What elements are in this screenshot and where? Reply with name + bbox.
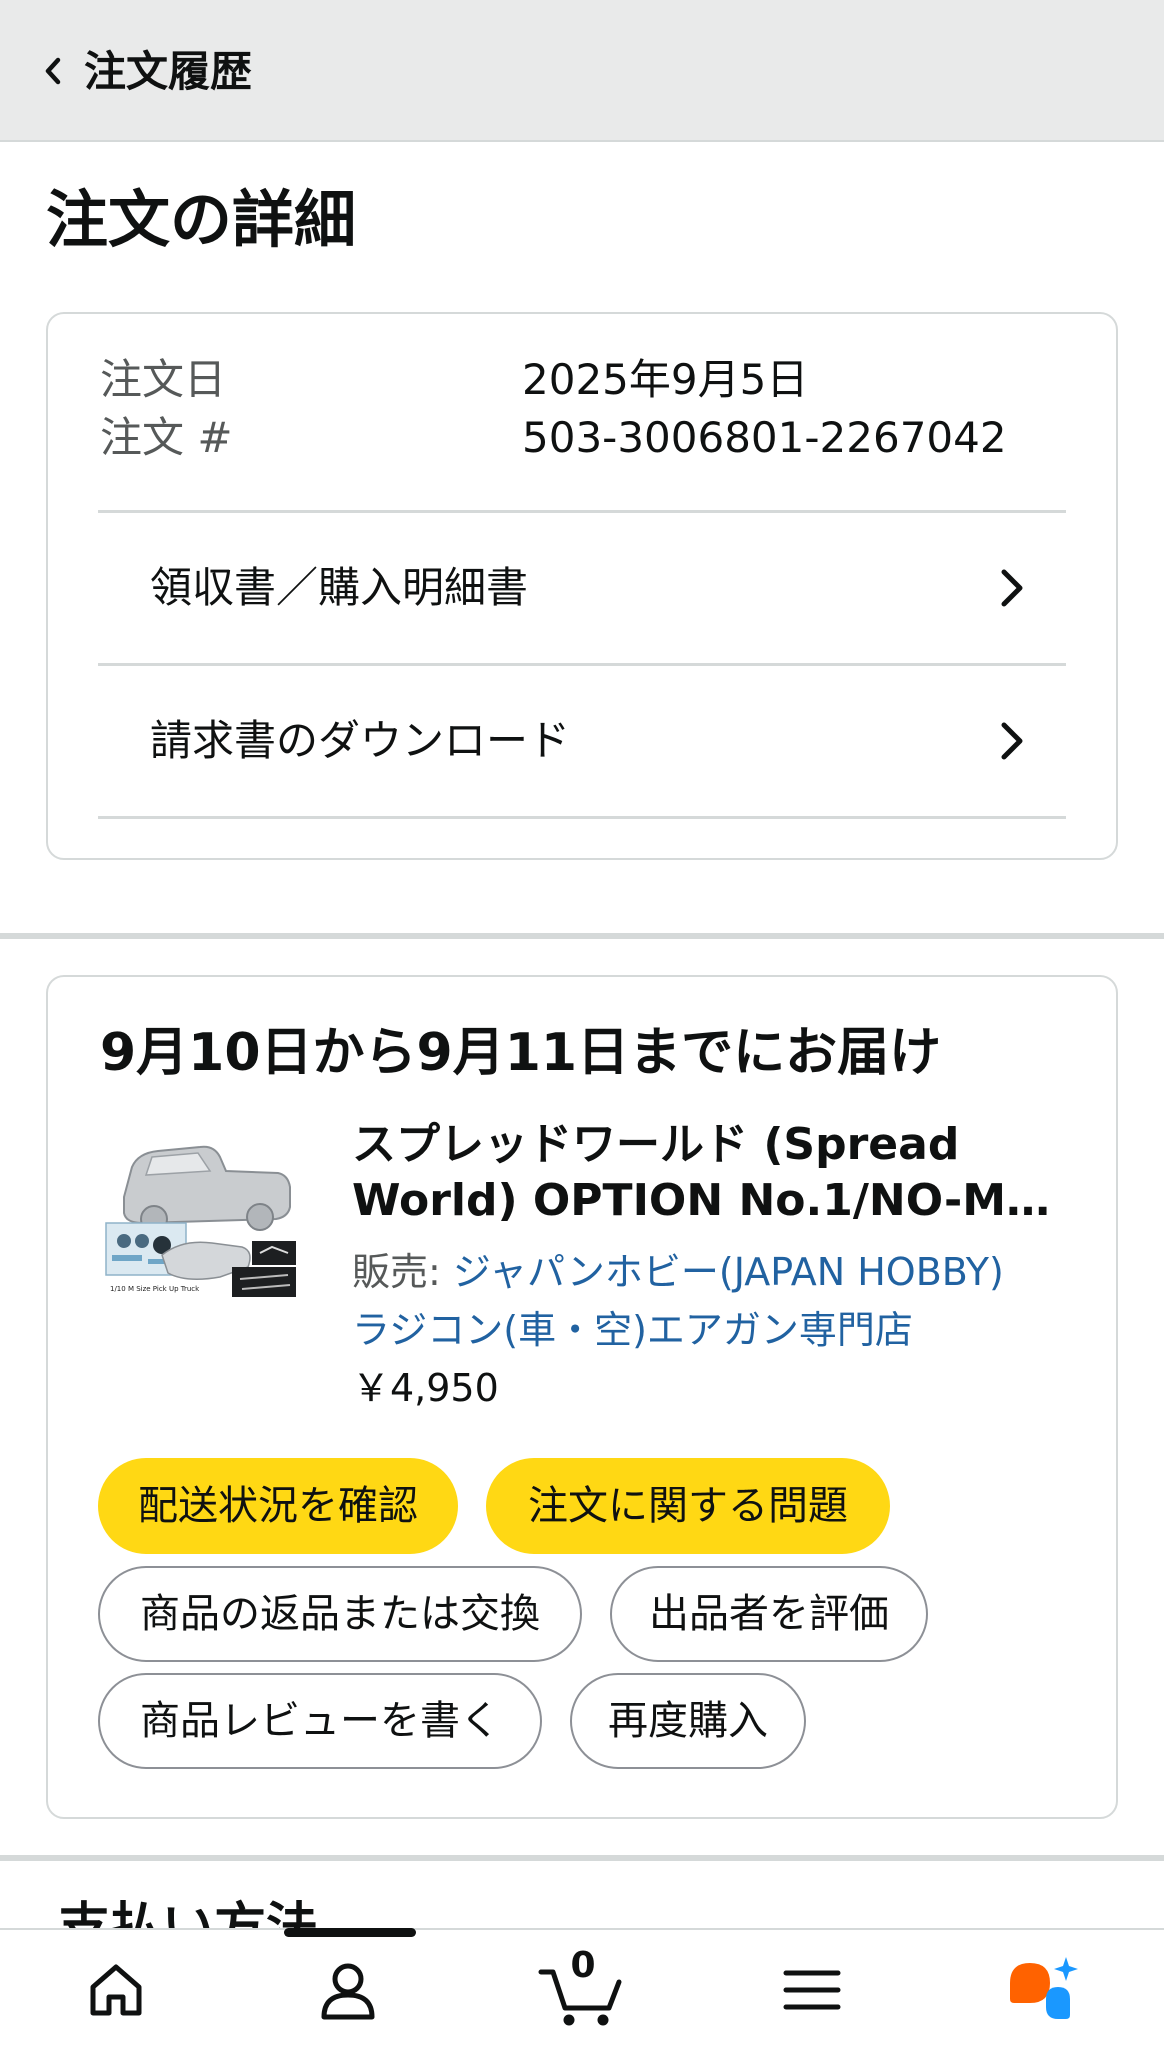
cart-count-badge: 0	[570, 1945, 596, 1986]
home-icon	[90, 1964, 142, 2016]
back-chevron-icon[interactable]	[40, 54, 66, 88]
seller-label: 販売:	[352, 1250, 453, 1294]
rate-seller-button[interactable]: 出品者を評価	[610, 1566, 928, 1662]
shipment-card: 9月10日から9月11日までにお届け 1/10 M Size Pick Up T…	[46, 975, 1118, 1819]
menu-icon	[783, 1970, 841, 2010]
return-or-exchange-button[interactable]: 商品の返品または交換	[98, 1566, 582, 1662]
chevron-right-icon	[1001, 569, 1023, 607]
nav-menu[interactable]	[754, 1930, 870, 2048]
seller-link-line-2[interactable]: ラジコン(車・空)エアガン専門店	[352, 1308, 913, 1352]
seller-link[interactable]: ジャパンホビー(JAPAN HOBBY)	[453, 1250, 1004, 1294]
bottom-nav-bar: 0	[0, 1928, 1164, 2048]
product-price: ￥4,950	[352, 1366, 499, 1410]
order-date-value: 2025年9月5日	[522, 355, 809, 404]
product-title-line-2[interactable]: World) OPTION No.1/NO-M…	[352, 1173, 1052, 1229]
assistant-icon	[1010, 1957, 1078, 2019]
nav-home[interactable]	[58, 1930, 174, 2048]
receipt-link-label: 領収書／購入明細書	[150, 563, 529, 612]
product-title-line-1[interactable]: スプレッドワールド (Spread	[352, 1117, 1052, 1173]
receipt-link[interactable]: 領収書／購入明細書	[98, 513, 1066, 663]
seller-info: 販売: ジャパンホビー(JAPAN HOBBY) ラジコン(車・空)エアガン専門…	[352, 1243, 1072, 1359]
order-number-value: 503-3006801-2267042	[522, 413, 1007, 462]
page-title: 注文の詳細	[46, 183, 357, 256]
order-number-label: 注文 #	[100, 413, 233, 462]
order-info-card: 注文日 2025年9月5日 注文 # 503-3006801-2267042 領…	[46, 312, 1118, 860]
track-package-button[interactable]: 配送状況を確認	[98, 1458, 458, 1554]
divider	[98, 816, 1066, 819]
product-image[interactable]: 1/10 M Size Pick Up Truck	[102, 1127, 302, 1297]
nav-assistant[interactable]	[986, 1930, 1102, 2048]
buy-again-button[interactable]: 再度購入	[570, 1673, 806, 1769]
section-separator	[0, 933, 1164, 939]
invoice-download-link[interactable]: 請求書のダウンロード	[98, 666, 1066, 816]
nav-account[interactable]	[290, 1930, 406, 2048]
product-image-caption: 1/10 M Size Pick Up Truck	[110, 1285, 200, 1293]
nav-cart[interactable]: 0	[524, 1930, 640, 2048]
delivery-date-title: 9月10日から9月11日までにお届け	[100, 1023, 942, 1083]
invoice-download-label: 請求書のダウンロード	[150, 716, 571, 765]
write-review-button[interactable]: 商品レビューを書く	[98, 1673, 542, 1769]
order-date-label: 注文日	[100, 355, 227, 404]
account-icon	[321, 1963, 375, 2020]
order-problem-button[interactable]: 注文に関する問題	[486, 1458, 890, 1554]
product-title[interactable]: スプレッドワールド (Spread World) OPTION No.1/NO-…	[352, 1117, 1052, 1229]
back-link-order-history[interactable]: 注文履歴	[84, 44, 252, 100]
chevron-right-icon	[1001, 722, 1023, 760]
home-indicator	[284, 1928, 416, 1937]
section-separator	[0, 1855, 1164, 1861]
top-bar: 注文履歴	[0, 0, 1164, 142]
